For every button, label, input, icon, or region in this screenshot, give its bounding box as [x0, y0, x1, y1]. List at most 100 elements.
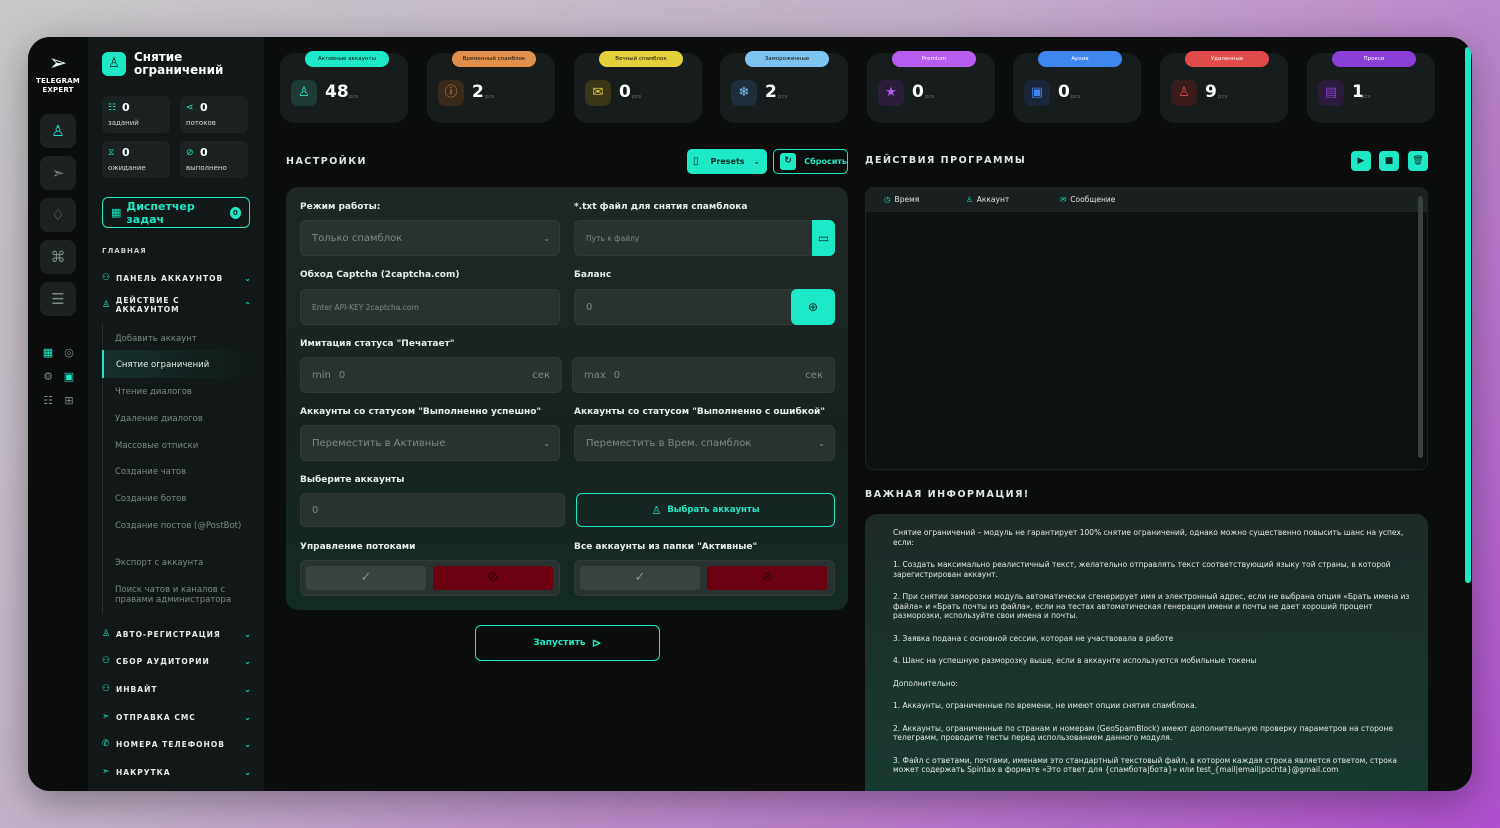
command-icon: ⌘ — [50, 248, 66, 266]
success-status-select[interactable]: Переместить в Активные ⌄ — [300, 425, 560, 461]
app-window: ➢ TELEGRAM EXPERT ♙ ➣ ♢ ⌘ ☰ ▦ ◎ ⚙ ▣ ☷ ⊞ … — [28, 37, 1472, 791]
txt-file-input[interactable]: Путь к файлу — [574, 220, 835, 256]
all-active-toggle[interactable]: ✓ ⊘ — [574, 560, 835, 596]
captcha-api-key-input[interactable]: Enter API-KEY 2captcha.com — [300, 289, 560, 325]
threads-enable-button[interactable]: ✓ — [306, 566, 426, 590]
info-paragraph: 1. Создать максимально реалистичный текс… — [893, 560, 1391, 579]
nav-account-actions[interactable]: ♙ ДЕЙСТВИЕ С АККАУНТОМ ⌃ — [102, 296, 252, 314]
log-header: ◷ Время ♙ Аккаунт ✉ Сообщение — [866, 188, 1427, 212]
nav-invite[interactable]: ⚇ ИНВАЙТ ⌄ — [102, 682, 252, 696]
chevron-down-icon: ⌄ — [244, 656, 252, 666]
table-icon[interactable]: ▦ — [40, 345, 56, 361]
check-circle-icon: ⊘ — [186, 147, 194, 158]
stat-waiting: ⧖ 0 ожидание — [102, 141, 170, 178]
counter-active-accounts[interactable]: Активные аккаунты ♙ 48 pcs — [280, 51, 408, 123]
folder-open-button[interactable]: ▭ — [812, 220, 835, 256]
sidebar-item-remove-restrictions[interactable]: Снятие ограничений — [102, 350, 252, 378]
sidebar-item-add-account[interactable]: Добавить аккаунт — [102, 323, 252, 353]
user-icon: ♙ — [651, 503, 662, 517]
sidebar-item-mass-unsubscribe[interactable]: Массовые отписки — [102, 432, 252, 459]
sidebar-item-create-posts[interactable]: Создание постов (@PostBot) — [102, 513, 252, 549]
task-dispatcher-button[interactable]: ▦ Диспетчер задач 0 — [102, 197, 250, 228]
counter-archive[interactable]: Архив ▣ 0 pcs — [1013, 51, 1141, 123]
counter-temporary-spamblock[interactable]: Временный спамблок ⓘ 2 pcs — [427, 51, 555, 123]
play-button[interactable]: ▶ — [1351, 151, 1371, 171]
rail-commands-button[interactable]: ⌘ — [40, 240, 76, 274]
dispatcher-icon: ▦ — [111, 206, 122, 219]
chevron-down-icon: ⌄ — [818, 438, 825, 448]
stop-button[interactable]: ■ — [1379, 151, 1399, 171]
all-active-disable-button[interactable]: ⊘ — [707, 566, 827, 590]
send-icon: ➣ — [102, 712, 111, 722]
location-icon[interactable]: ◎ — [61, 345, 77, 361]
share-icon: ⋖ — [186, 102, 194, 113]
check-icon: ✓ — [634, 570, 646, 585]
rail-favorites-button[interactable]: ♢ — [40, 198, 76, 232]
counter-premium[interactable]: Premium ★ 0 pcs — [867, 51, 995, 123]
rail-database-button[interactable]: ☰ — [40, 282, 76, 316]
module-header: ♙ Снятие ограничений — [102, 51, 244, 77]
dispatcher-count-badge: 0 — [229, 206, 241, 219]
sidebar-item-create-bots[interactable]: Создание ботов — [102, 486, 252, 513]
rail-accounts-button[interactable]: ♙ — [40, 114, 76, 148]
mode-label: Режим работы: — [300, 202, 381, 212]
star-icon: ★ — [878, 80, 904, 106]
code-icon[interactable]: ▣ — [61, 369, 77, 385]
log-col-time: ◷ Время — [884, 195, 920, 204]
sidebar-item-create-chats[interactable]: Создание чатов — [102, 459, 252, 486]
users-icon: ⚇ — [102, 273, 112, 283]
info-paragraph: Дополнительно: — [893, 678, 958, 688]
refresh-icon: ↻ — [780, 153, 797, 170]
presets-dropdown[interactable]: ▯ Presets ⌄ — [687, 149, 767, 174]
stop-icon: ■ — [1384, 156, 1394, 166]
actions-log: ◷ Время ♙ Аккаунт ✉ Сообщение — [865, 187, 1428, 470]
user-x-icon: ♙ — [1171, 80, 1197, 106]
chevron-down-icon: ⌄ — [244, 629, 252, 639]
txt-file-label: *.txt файл для снятия спамблока — [574, 202, 748, 212]
counter-proxy[interactable]: Прокси ▤ 1 pcs — [1307, 51, 1435, 123]
clipboard-icon: ▯ — [693, 156, 699, 167]
nav-sms[interactable]: ➣ ОТПРАВКА СМС ⌄ — [102, 710, 252, 724]
counter-permanent-spamblock[interactable]: Вечный спамблок ✉ 0 pcs — [574, 51, 702, 123]
sidebar-item-delete-dialogs[interactable]: Удаление диалогов — [102, 405, 252, 432]
page-scrollbar[interactable] — [1465, 47, 1471, 583]
nav-boost[interactable]: ➣ НАКРУТКА ⌄ — [102, 765, 252, 779]
all-active-enable-button[interactable]: ✓ — [580, 566, 700, 590]
trash-icon: 🗑 — [1412, 156, 1424, 166]
error-status-select[interactable]: Переместить в Врем. спамблок ⌄ — [574, 425, 835, 461]
threads-toggle[interactable]: ✓ ⊘ — [300, 560, 560, 596]
start-button[interactable]: Запустить ⊳ — [475, 625, 660, 661]
balance-check-button[interactable]: ⊕ — [791, 289, 835, 325]
nav-section-label: ГЛАВНАЯ — [102, 247, 147, 255]
gear-icon[interactable]: ⚙ — [40, 369, 56, 385]
counter-frozen[interactable]: Замороженные ❄ 2 pcs — [720, 51, 848, 123]
clock-icon: ◷ — [884, 195, 891, 204]
play-icon: ▶ — [1357, 156, 1365, 166]
sidebar-item-admin-search[interactable]: Поиск чатов и каналов с правами админист… — [102, 576, 252, 614]
counter-deleted[interactable]: Удаленные ♙ 9 pcs — [1160, 51, 1288, 123]
database-icon: ☰ — [51, 290, 65, 308]
reset-button[interactable]: ↻ Сбросить — [773, 149, 848, 174]
rail-send-button[interactable]: ➣ — [40, 156, 76, 190]
sidebar-item-export[interactable]: Экспорт с аккаунта — [102, 549, 252, 576]
telegram-logo-icon: ➢ — [48, 51, 68, 76]
nav-auto-registration[interactable]: ♙ АВТО-РЕГИСТРАЦИЯ ⌄ — [102, 627, 252, 641]
log-scrollbar[interactable] — [1418, 196, 1423, 458]
grid-icon[interactable]: ⊞ — [61, 393, 77, 409]
nav-accounts-panel[interactable]: ⚇ ПАНЕЛЬ АККАУНТОВ ⌄ — [102, 271, 252, 285]
threads-disable-button[interactable]: ⊘ — [433, 566, 553, 590]
check-icon: ✓ — [360, 570, 372, 585]
clear-log-button[interactable]: 🗑 — [1408, 151, 1428, 171]
sidebar-item-read-dialogs[interactable]: Чтение диалогов — [102, 378, 252, 405]
log-col-account: ♙ Аккаунт — [966, 195, 1010, 204]
select-accounts-button[interactable]: ♙ Выбрать аккаунты — [576, 493, 835, 527]
mode-select[interactable]: Только спамблок ⌄ — [300, 220, 560, 256]
nav-phone-numbers[interactable]: ✆ НОМЕРА ТЕЛЕФОНОВ ⌄ — [102, 737, 252, 751]
chevron-down-icon: ⌄ — [244, 767, 252, 777]
nav-audience[interactable]: ⚇ СБОР АУДИТОРИИ ⌄ — [102, 654, 252, 668]
typing-min-input[interactable]: min 0 сек — [300, 357, 562, 393]
user-icon: ♙ — [102, 300, 112, 310]
notes-icon[interactable]: ☷ — [40, 393, 56, 409]
typing-max-input[interactable]: max 0 сек — [572, 357, 835, 393]
log-col-message: ✉ Сообщение — [1060, 195, 1116, 204]
